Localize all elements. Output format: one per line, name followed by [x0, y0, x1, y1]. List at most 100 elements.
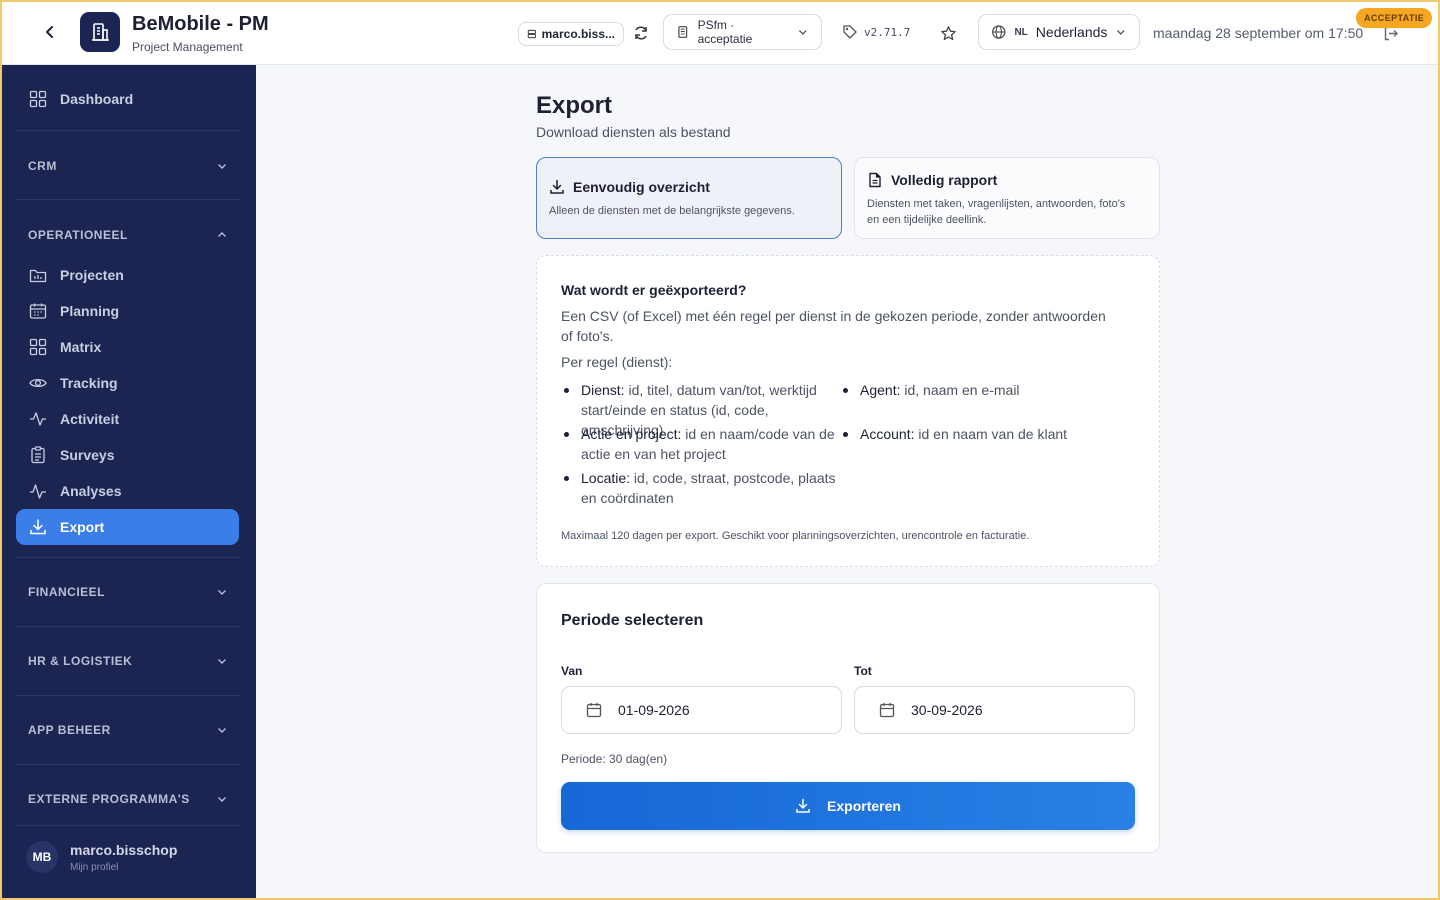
field-list: Dienst: id, titel, datum van/tot, werkti…	[561, 380, 1135, 508]
app-window: BeMobile - PM Project Management marco.b…	[2, 2, 1438, 898]
user-selector[interactable]: marco.biss...	[518, 22, 624, 46]
top-bar: BeMobile - PM Project Management marco.b…	[2, 2, 1438, 65]
export-info-card: Wat wordt er geëxporteerd? Een CSV (of E…	[536, 255, 1160, 567]
building-icon	[92, 23, 109, 41]
sidebar-item-analyses[interactable]: Analyses	[16, 473, 239, 509]
period-length: Periode: 30 dag(en)	[561, 752, 668, 766]
to-date-value: 30-09-2026	[911, 702, 983, 718]
refresh-button[interactable]	[630, 22, 652, 44]
option-volledig-rapport[interactable]: Volledig rapport Diensten met taken, vra…	[854, 157, 1160, 239]
chevron-down-icon	[799, 30, 808, 35]
download-icon	[550, 179, 564, 194]
sidebar-divider	[16, 626, 240, 627]
document-icon	[869, 172, 881, 188]
building-small-icon	[678, 26, 688, 38]
avatar: MB	[26, 841, 58, 873]
sidebar-item-planning[interactable]: Planning	[16, 293, 239, 329]
version-label: v2.71.7	[842, 24, 910, 40]
info-per-row: Per regel (dienst):	[561, 354, 673, 370]
app-subtitle: Project Management	[132, 40, 243, 54]
chevron-down-icon	[218, 797, 226, 802]
export-button[interactable]: Exporteren	[561, 782, 1135, 830]
sidebar-item-dashboard[interactable]: Dashboard	[16, 81, 239, 117]
environment-badge: ACCEPTATIE	[1356, 8, 1433, 28]
section-externe-programmas[interactable]: EXTERNE PROGRAMMA'S	[28, 789, 228, 809]
section-label: HR & LOGISTIEK	[28, 654, 133, 668]
list-item: Account: id en naam van de klant	[840, 424, 1120, 444]
user-selector-label: marco.biss...	[541, 27, 615, 41]
option-eenvoudig-overzicht[interactable]: Eenvoudig overzicht Alleen de diensten m…	[536, 157, 842, 239]
section-hr-logistiek[interactable]: HR & LOGISTIEK	[28, 651, 228, 671]
calendar-icon	[879, 703, 895, 718]
option-description: Alleen de diensten met de belangrijkste …	[549, 205, 795, 217]
globe-icon	[992, 25, 1006, 39]
download-icon	[28, 517, 48, 537]
environment-select-label: PSfm · acceptatie	[697, 18, 753, 46]
clipboard-icon	[28, 445, 48, 465]
sidebar-item-activiteit[interactable]: Activiteit	[16, 401, 239, 437]
option-description: Diensten met taken, vragenlijsten, antwo…	[867, 198, 1126, 226]
language-label: Nederlands	[1035, 24, 1108, 40]
section-label: FINANCIEEL	[28, 585, 105, 599]
chevron-down-icon	[218, 659, 226, 664]
sidebar-divider	[16, 130, 240, 131]
sidebar-item-label: Activiteit	[60, 411, 120, 427]
chevron-up-icon	[218, 232, 226, 237]
environment-select[interactable]: PSfm · acceptatie	[663, 14, 822, 50]
sidebar-item-surveys[interactable]: Surveys	[16, 437, 239, 473]
option-header: Eenvoudig overzicht	[549, 179, 829, 195]
list-item: Agent: id, naam en e-mail	[840, 380, 1120, 400]
option-title: Volledig rapport	[891, 172, 998, 188]
sidebar-item-export[interactable]: Export	[16, 509, 239, 545]
from-date-input[interactable]: 01-09-2026	[561, 686, 842, 734]
option-header: Volledig rapport	[867, 172, 1147, 188]
profile-text: marco.bisschop Mijn profiel	[70, 842, 177, 873]
section-label: APP BEHEER	[28, 723, 111, 737]
info-title: Wat wordt er geëxporteerd?	[561, 282, 747, 298]
export-button-label: Exporteren	[827, 798, 901, 814]
chevron-down-icon	[1117, 30, 1126, 35]
chevron-down-icon	[218, 728, 226, 733]
profile-link[interactable]: MB marco.bisschop Mijn profiel	[26, 835, 236, 879]
sidebar-item-label: Planning	[60, 303, 120, 319]
section-financieel[interactable]: FINANCIEEL	[28, 582, 228, 602]
sidebar-item-projecten[interactable]: Projecten	[16, 257, 239, 293]
sidebar-item-label: Matrix	[60, 339, 102, 355]
back-button[interactable]	[38, 20, 62, 44]
section-label: OPERATIONEEL	[28, 228, 128, 242]
grid-icon	[28, 337, 48, 357]
download-icon	[796, 798, 810, 813]
dashboard-icon	[28, 89, 48, 109]
sidebar-item-label: Dashboard	[60, 91, 134, 107]
server-icon	[527, 29, 536, 39]
section-app-beheer[interactable]: APP BEHEER	[28, 720, 228, 740]
sidebar-item-tracking[interactable]: Tracking	[16, 365, 239, 401]
to-label: Tot	[854, 664, 872, 678]
eye-icon	[28, 373, 48, 393]
info-intro: Een CSV (of Excel) met één regel per die…	[561, 308, 1106, 344]
profile-subtitle: Mijn profiel	[70, 861, 119, 873]
page-subtitle: Download diensten als bestand	[536, 124, 731, 140]
list-item: Locatie: id, code, straat, postcode, pla…	[561, 468, 851, 508]
tag-icon	[843, 25, 857, 39]
current-datetime: maandag 28 september om 17:50	[1153, 25, 1364, 41]
version-text: v2.71.7	[864, 25, 911, 39]
period-card: Periode selecteren Van 01-09-2026 Tot 30…	[536, 583, 1160, 853]
to-date-input[interactable]: 30-09-2026	[854, 686, 1135, 734]
sidebar-item-label: Tracking	[60, 375, 118, 391]
language-select[interactable]: NL Nederlands	[978, 14, 1140, 50]
activity-icon	[28, 409, 48, 429]
chevron-down-icon	[218, 590, 226, 595]
sidebar-divider	[16, 695, 240, 696]
period-title: Periode selecteren	[561, 612, 704, 629]
favorite-button[interactable]	[938, 23, 958, 43]
calendar-icon	[586, 703, 602, 718]
analytics-icon	[28, 481, 48, 501]
list-item: Actie en project: id en naam/code van de…	[561, 424, 841, 464]
section-crm[interactable]: CRM	[28, 156, 228, 176]
from-label: Van	[561, 664, 583, 678]
section-operationeel[interactable]: OPERATIONEEL	[28, 225, 228, 245]
sidebar-item-label: Surveys	[60, 447, 115, 463]
sidebar-item-matrix[interactable]: Matrix	[16, 329, 239, 365]
calendar-icon	[28, 301, 48, 321]
